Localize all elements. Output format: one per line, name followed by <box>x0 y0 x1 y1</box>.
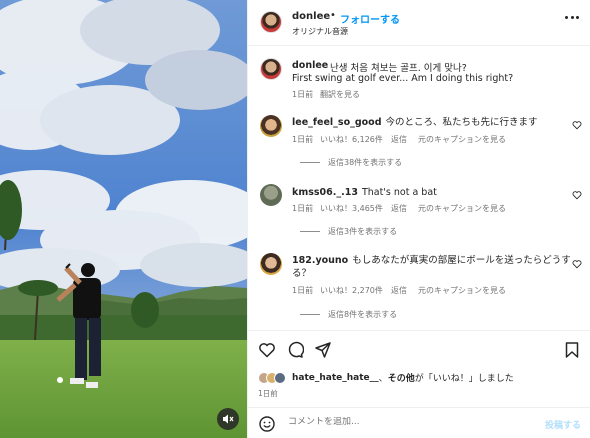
see-translation-button[interactable]: 翻訳を見る <box>320 89 360 100</box>
view-replies-button[interactable]: 返信38件を表示する <box>300 157 402 168</box>
action-bar: hate_hate_hate__ 、 その他 が「いいね！」しました 1日前 投… <box>248 330 590 438</box>
reply-button[interactable]: 返信 <box>391 285 407 296</box>
post-username[interactable]: donlee <box>292 11 330 22</box>
likes-suffix: が「いいね！」しました <box>414 374 514 384</box>
see-original-button[interactable]: 元のキャプションを見る <box>418 134 506 145</box>
post-header: donlee • フォローする オリジナル音源 <box>248 0 590 46</box>
view-replies-label: 返信38件を表示する <box>328 158 403 167</box>
see-original-button[interactable]: 元のキャプションを見る <box>418 285 506 296</box>
comment-likes[interactable]: いいね！6,126件 <box>320 134 383 145</box>
emoji-icon[interactable] <box>258 415 276 433</box>
caption-username[interactable]: donlee <box>292 60 328 71</box>
comment-avatar[interactable] <box>260 253 282 275</box>
likes-others[interactable]: その他 <box>388 371 415 384</box>
comment-body: 182.youno もしあなたが真実の部屋にボールを送ったらどうする？ <box>292 254 582 280</box>
reply-button[interactable]: 返信 <box>391 134 407 145</box>
comment-like-icon[interactable] <box>572 120 582 130</box>
post-date[interactable]: 1日前 <box>258 388 278 399</box>
likes-separator: 、 <box>378 374 388 384</box>
comment-time[interactable]: 1日前 <box>292 134 313 145</box>
comment-composer: 投稿する <box>248 407 590 438</box>
video-frame <box>0 0 247 438</box>
caption-text-en: First swing at golf ever... Am I doing t… <box>292 73 514 84</box>
comment-likes[interactable]: いいね！3,465件 <box>320 203 383 214</box>
comment-body: lee_feel_so_good 今のところ、私たちも先に行きます <box>292 116 582 129</box>
mute-icon <box>223 414 234 424</box>
comment-text: 今のところ、私たちも先に行きます <box>385 117 538 128</box>
likes-summary[interactable]: hate_hate_hate__ 、 その他 が「いいね！」しました <box>258 371 514 384</box>
separator-dot: • <box>330 10 336 21</box>
caption-avatar[interactable] <box>260 58 282 80</box>
comment-likes[interactable]: いいね！2,270件 <box>320 285 383 296</box>
liker-username[interactable]: hate_hate_hate__ <box>292 373 379 383</box>
liker-avatar <box>274 371 286 384</box>
comment-username[interactable]: 182.youno <box>292 255 348 266</box>
more-icon[interactable] <box>565 16 579 20</box>
view-replies-button[interactable]: 返信8件を表示する <box>300 309 397 320</box>
see-original-button[interactable]: 元のキャプションを見る <box>418 203 506 214</box>
post-side-panel: donlee • フォローする オリジナル音源 donlee 난생 처음 쳐보는… <box>247 0 590 438</box>
comment-username[interactable]: kmss06._.13 <box>292 187 358 198</box>
comment-icon[interactable] <box>286 341 304 359</box>
post-media[interactable] <box>0 0 247 438</box>
comment-like-icon[interactable] <box>572 190 582 200</box>
mute-button[interactable] <box>217 408 239 430</box>
reply-button[interactable]: 返信 <box>391 203 407 214</box>
comment-username[interactable]: lee_feel_so_good <box>292 117 382 128</box>
view-replies-button[interactable]: 返信3件を表示する <box>300 226 397 237</box>
comment-like-icon[interactable] <box>572 259 582 269</box>
comment-input[interactable] <box>288 417 488 427</box>
comment-avatar[interactable] <box>260 115 282 137</box>
follow-button[interactable]: フォローする <box>340 11 400 26</box>
comment-time[interactable]: 1日前 <box>292 203 313 214</box>
heart-icon[interactable] <box>258 341 276 359</box>
comment-text: That's not a bat <box>361 187 437 198</box>
avatar[interactable] <box>260 11 282 33</box>
comment-body: kmss06._.13 That's not a bat <box>292 186 582 199</box>
caption-text-ko: 난생 처음 쳐보는 골프. 이게 맞나? <box>330 63 467 74</box>
caption-time[interactable]: 1日前 <box>292 89 313 100</box>
share-icon[interactable] <box>314 341 332 359</box>
post-comment-button[interactable]: 投稿する <box>545 418 581 431</box>
view-replies-label: 返信3件を表示する <box>328 227 398 236</box>
bookmark-icon[interactable] <box>563 341 581 359</box>
comment-avatar[interactable] <box>260 184 282 206</box>
view-replies-label: 返信8件を表示する <box>328 310 398 319</box>
audio-label[interactable]: オリジナル音源 <box>292 26 348 37</box>
comment-time[interactable]: 1日前 <box>292 285 313 296</box>
